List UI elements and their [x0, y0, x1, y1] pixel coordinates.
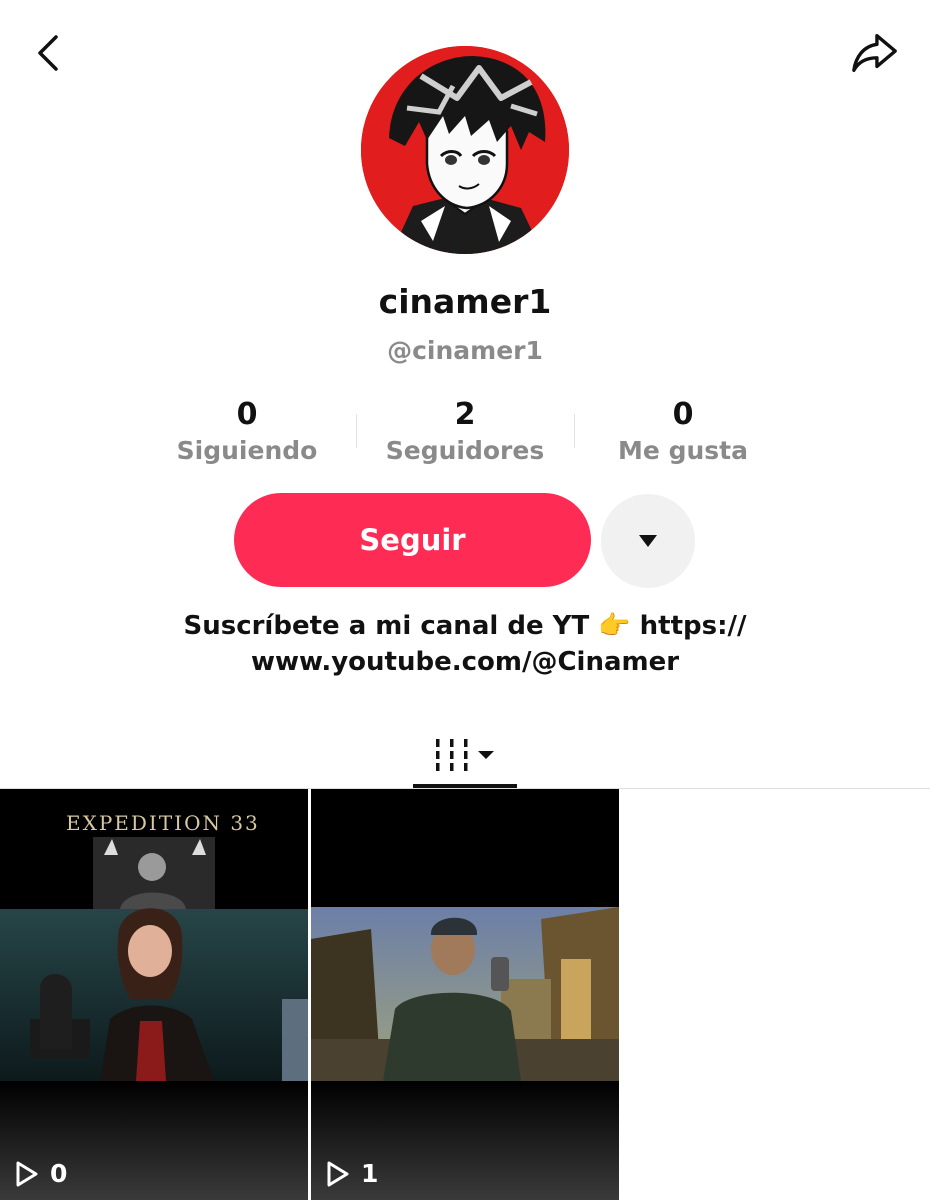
- stat-value: 0: [672, 397, 694, 432]
- stat-label: Siguiendo: [176, 436, 318, 465]
- share-arrow-icon: [852, 34, 897, 72]
- tab-videos[interactable]: [413, 722, 517, 788]
- stat-label: Seguidores: [385, 436, 545, 465]
- play-count: 0: [14, 1159, 67, 1188]
- share-button[interactable]: [850, 28, 900, 78]
- avatar: [361, 46, 569, 254]
- play-count-value: 0: [50, 1159, 68, 1188]
- stat-following[interactable]: 0 Siguiendo: [138, 398, 356, 474]
- play-count-value: 1: [361, 1159, 379, 1188]
- stat-likes[interactable]: 0 Me gusta: [574, 398, 792, 474]
- stat-value: 0: [236, 397, 258, 432]
- caret-down-icon: [639, 535, 657, 547]
- stat-followers[interactable]: 2 Seguidores: [356, 398, 574, 474]
- video-thumbnail[interactable]: 1: [311, 789, 619, 1200]
- video-thumbnail-image: [0, 789, 308, 1200]
- video-thumbnail-title: EXPEDITION 33: [66, 811, 260, 835]
- back-button[interactable]: [24, 28, 74, 78]
- bio: Suscríbete a mi canal de YT 👉 https:// w…: [130, 608, 800, 680]
- play-count: 1: [325, 1159, 378, 1188]
- suggested-accounts-button[interactable]: [601, 494, 695, 588]
- bio-link[interactable]: www.youtube.com/@Cinamer: [130, 644, 800, 680]
- follow-button[interactable]: Seguir: [234, 493, 591, 587]
- stat-label: Me gusta: [618, 436, 748, 465]
- grid-icon: [436, 739, 494, 771]
- profile-stats: 0 Siguiendo 2 Seguidores 0 Me gusta: [138, 398, 792, 474]
- play-icon: [327, 1161, 349, 1186]
- username: @cinamer1: [387, 336, 543, 365]
- display-name: cinamer1: [378, 282, 552, 321]
- play-icon: [16, 1161, 38, 1186]
- video-thumbnail[interactable]: EXPEDITION 33 0: [0, 789, 308, 1200]
- stat-value: 2: [454, 397, 476, 432]
- chevron-left-icon: [38, 35, 58, 71]
- bio-line: Suscríbete a mi canal de YT 👉 https://: [183, 611, 747, 641]
- video-thumbnail-image: [311, 789, 619, 1200]
